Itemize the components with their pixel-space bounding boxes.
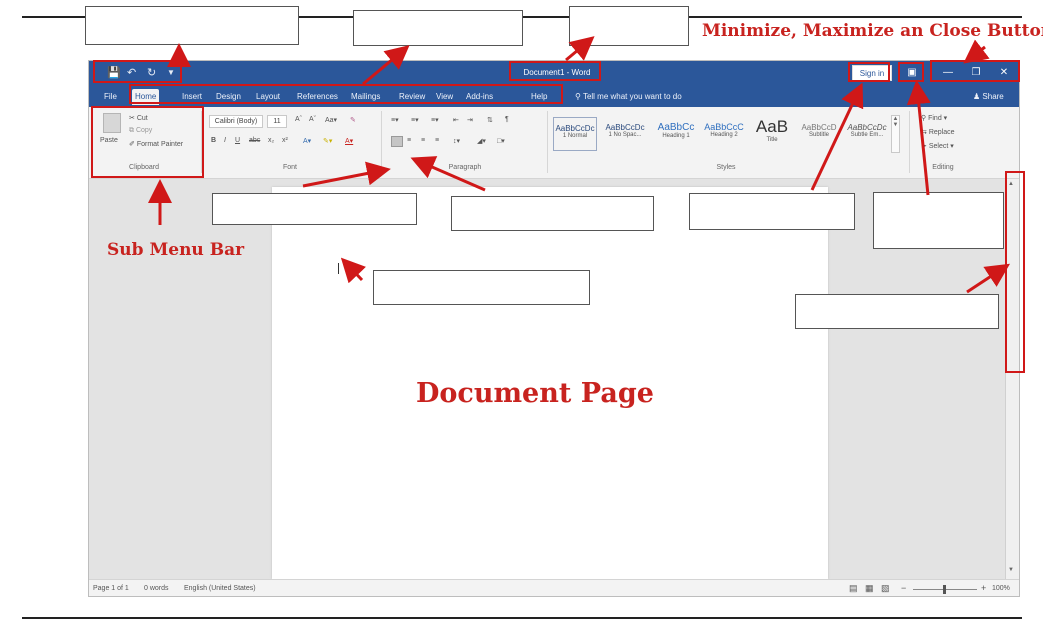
arrow: [302, 161, 391, 188]
arrow: [565, 36, 595, 62]
arrow: [966, 263, 1011, 294]
annotation-arrows: [148, 36, 1011, 294]
arrow: [340, 257, 367, 284]
arrow: [963, 39, 990, 64]
arrow: [362, 45, 410, 86]
arrow: [410, 156, 486, 192]
arrow: [906, 80, 931, 196]
arrow: [810, 82, 864, 191]
